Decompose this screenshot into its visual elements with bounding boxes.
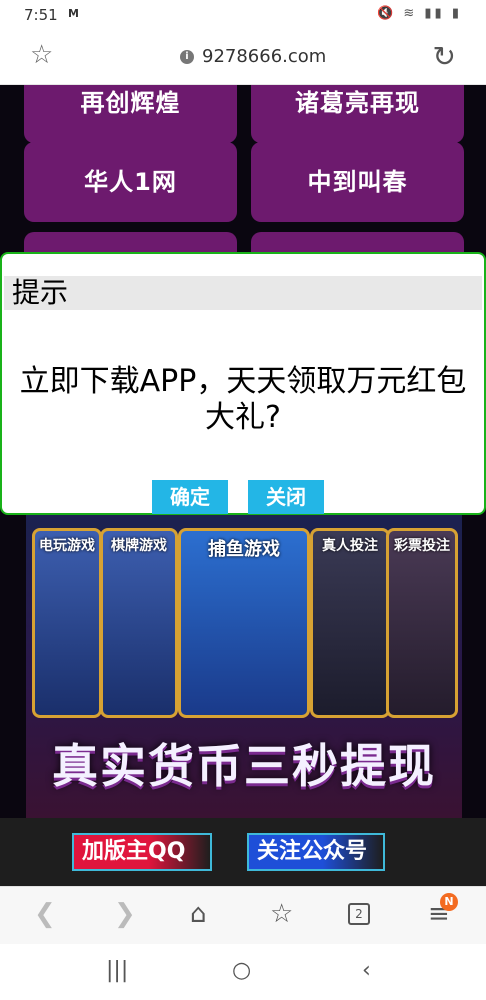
back-icon[interactable]: ❮ [34, 899, 56, 929]
menu-badge: N [440, 893, 458, 911]
alert-dialog: 提示 立即下载APP，天天领取万元红包大礼? 确定 关闭 [0, 252, 486, 515]
banner-card-4: 真人投注 [310, 528, 390, 718]
info-icon[interactable]: i [180, 50, 194, 64]
qq-contact-button[interactable]: 加版主QQ [72, 833, 212, 871]
recents-icon[interactable]: ||| [106, 958, 128, 983]
banner-card-2: 棋牌游戏 [100, 528, 178, 718]
home-icon[interactable]: ⌂ [190, 899, 207, 929]
forward-icon[interactable]: ❯ [114, 899, 136, 929]
tabs-icon[interactable]: 2 [348, 903, 370, 925]
grid-button-2[interactable]: 诸葛亮再现 [251, 85, 464, 143]
confirm-button[interactable]: 确定 [152, 480, 228, 514]
home-circle-icon[interactable]: ○ [232, 958, 251, 983]
banner-card-3: 捕鱼游戏 [178, 528, 310, 718]
banner-slogan: 真实货币三秒提现 [52, 739, 436, 793]
browser-nav-bar: ❮ ❯ ⌂ ☆ 2 ≡ N [0, 886, 486, 944]
url-text[interactable]: i 9278666.com [180, 46, 326, 67]
banner-card-1: 电玩游戏 [32, 528, 102, 718]
bottom-contact-bar: 加版主QQ 关注公众号 [0, 818, 486, 886]
grid-button-1[interactable]: 再创辉煌 [24, 85, 237, 143]
dialog-title: 提示 [4, 276, 482, 310]
grid-button-3[interactable]: 华人1网 [24, 142, 237, 222]
banner-card-5: 彩票投注 [386, 528, 458, 718]
system-nav-bar: ||| ○ ‹ [0, 944, 486, 1000]
status-bar: 7:51 M 🔇 ≋ ▮▮ ▮ [0, 0, 486, 30]
bookmarks-icon[interactable]: ☆ [270, 899, 293, 929]
follow-account-button[interactable]: 关注公众号 [247, 833, 385, 871]
dialog-message: 立即下载APP，天天领取万元红包大礼? [19, 364, 467, 435]
grid-button-4[interactable]: 中到叫春 [251, 142, 464, 222]
system-back-icon[interactable]: ‹ [362, 958, 371, 983]
browser-url-bar: ☆ i 9278666.com ↻ [0, 30, 486, 85]
reload-icon[interactable]: ↻ [433, 40, 456, 73]
clock: 7:51 [24, 6, 58, 24]
bookmark-star-icon[interactable]: ☆ [30, 40, 53, 70]
close-button[interactable]: 关闭 [248, 480, 324, 514]
carrier-icon: M [68, 7, 79, 20]
promo-banner[interactable]: 电玩游戏 棋牌游戏 捕鱼游戏 真人投注 彩票投注 真实货币三秒提现 [26, 510, 462, 818]
status-icons: 🔇 ≋ ▮▮ ▮ [377, 6, 462, 21]
